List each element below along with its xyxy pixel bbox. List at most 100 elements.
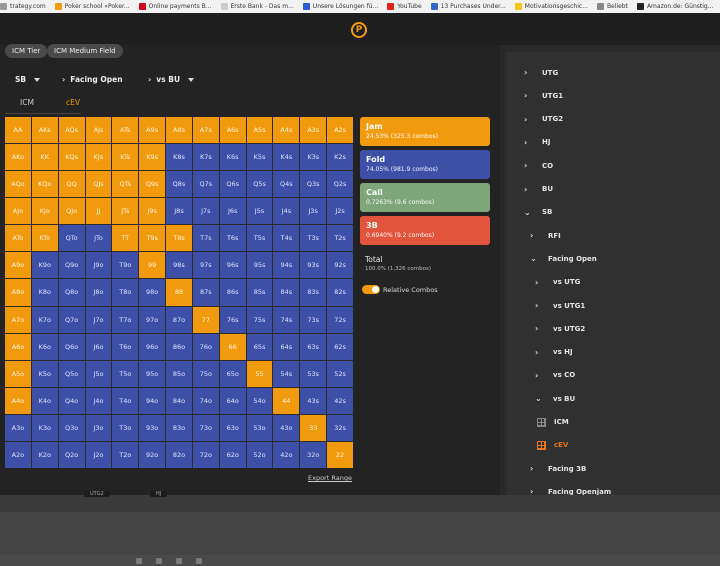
range-cell[interactable]: 22 [327,441,353,468]
bookmark-item[interactable]: Erste Bank - Das m... [220,3,294,10]
range-cell[interactable]: QTs [112,171,139,198]
bookmark-item[interactable]: 13 Purchases Under... [430,3,506,10]
range-cell[interactable]: AQs [58,117,85,144]
range-cell[interactable]: QJo [58,198,85,225]
range-cell[interactable]: A9s [139,117,166,144]
range-cell[interactable]: J4o [85,387,112,414]
range-cell[interactable]: A3s [300,117,327,144]
range-cell[interactable]: A7s [192,117,219,144]
range-cell[interactable]: 94o [139,387,166,414]
range-cell[interactable]: QQ [58,171,85,198]
range-cell[interactable]: A5o [5,360,31,387]
range-cell[interactable]: J5o [85,360,112,387]
legend-jam[interactable]: Jam 24.53% (325.3 combos) [360,117,490,146]
tree-item[interactable]: › HJ [524,138,550,147]
range-cell[interactable]: K6s [219,144,246,171]
range-cell[interactable]: KJo [31,198,58,225]
range-cell[interactable]: KTo [31,225,58,252]
tree-item[interactable]: › RFI [530,231,561,240]
range-cell[interactable]: Q5s [246,171,273,198]
tree-item[interactable]: ⌄ Facing Open [530,254,597,263]
range-cell[interactable]: 83s [300,279,327,306]
range-cell[interactable]: 88 [166,279,192,306]
range-cell[interactable]: Q6o [58,333,85,360]
range-cell[interactable]: 55 [246,360,273,387]
range-cell[interactable]: Q3o [58,414,85,441]
range-cell[interactable]: 97o [139,306,166,333]
range-cell[interactable]: 63s [300,333,327,360]
export-range-link[interactable]: Export Range [308,474,352,482]
range-cell[interactable]: K4o [31,387,58,414]
range-cell[interactable]: AJs [85,117,112,144]
range-cell[interactable]: 74o [192,387,219,414]
range-cell[interactable]: 94s [273,252,300,279]
range-cell[interactable]: K9s [139,144,166,171]
range-cell[interactable]: 98o [139,279,166,306]
range-cell[interactable]: J9o [85,252,112,279]
legend-3bet[interactable]: 3B 0.6940% (9.2 combos) [360,216,490,245]
tree-item[interactable]: › UTG [524,68,558,77]
range-cell[interactable]: K8o [31,279,58,306]
range-cell[interactable]: 82s [327,279,353,306]
bookmark-item[interactable]: Amazon.de: Günstig... [636,3,713,10]
range-cell[interactable]: T4s [273,225,300,252]
range-cell[interactable]: K3o [31,414,58,441]
range-cell[interactable]: Q2s [327,171,353,198]
range-cell[interactable]: Q5o [58,360,85,387]
range-cell[interactable]: AA [5,117,31,144]
range-cell[interactable]: 95s [246,252,273,279]
range-cell[interactable]: 97s [192,252,219,279]
bookmark-item[interactable]: Poker school »Poker... [54,3,130,10]
range-cell[interactable]: 74s [273,306,300,333]
range-cell[interactable]: 52o [246,441,273,468]
range-cell[interactable]: 82o [166,441,192,468]
range-cell[interactable]: K3s [300,144,327,171]
range-cell[interactable]: KJs [85,144,112,171]
bookmark-item[interactable]: Online payments B... [138,3,212,10]
taskbar-app-icon[interactable] [156,558,162,564]
range-cell[interactable]: 63o [219,414,246,441]
range-cell[interactable]: 73s [300,306,327,333]
range-cell[interactable]: Q7s [192,171,219,198]
range-cell[interactable]: T9s [139,225,166,252]
range-cell[interactable]: T3o [112,414,139,441]
range-cell[interactable]: J6o [85,333,112,360]
tree-item[interactable]: cEV [537,440,568,450]
tree-item[interactable]: › vs CO [535,371,575,380]
range-cell[interactable]: AKs [31,117,58,144]
range-cell[interactable]: T6o [112,333,139,360]
range-cell[interactable]: 75o [192,360,219,387]
range-cell[interactable]: 44 [273,387,300,414]
bookmark-item[interactable]: YouTube [387,3,422,10]
range-cell[interactable]: 62s [327,333,353,360]
tree-item[interactable]: ⌄ SB [524,208,552,217]
range-cell[interactable]: T2s [327,225,353,252]
range-cell[interactable]: A4o [5,387,31,414]
situation-select[interactable]: › Facing Open [62,75,123,84]
bottom-tab-utg2[interactable]: UTG2 [84,491,110,497]
range-cell[interactable]: 84s [273,279,300,306]
chip-icm-medium-field[interactable]: ICM Medium Field [47,44,123,58]
range-cell[interactable]: Q9s [139,171,166,198]
range-cell[interactable]: K8s [166,144,192,171]
range-cell[interactable]: 99 [139,252,166,279]
app-logo-icon[interactable]: P [351,22,367,38]
taskbar-app-icon[interactable] [176,558,182,564]
range-cell[interactable]: A9o [5,252,31,279]
range-cell[interactable]: KQs [58,144,85,171]
tree-item[interactable]: › BU [524,185,553,194]
range-cell[interactable]: Q8s [166,171,192,198]
range-cell[interactable]: 95o [139,360,166,387]
range-cell[interactable]: Q2o [58,441,85,468]
range-cell[interactable]: 85o [166,360,192,387]
range-cell[interactable]: J7s [192,198,219,225]
range-cell[interactable]: J2o [85,441,112,468]
range-cell[interactable]: 87o [166,306,192,333]
range-cell[interactable]: 64s [273,333,300,360]
tree-item[interactable]: › CO [524,161,553,170]
range-cell[interactable]: 85s [246,279,273,306]
range-cell[interactable]: T5o [112,360,139,387]
range-cell[interactable]: J2s [327,198,353,225]
range-cell[interactable]: KQo [31,171,58,198]
taskbar-app-icon[interactable] [196,558,202,564]
